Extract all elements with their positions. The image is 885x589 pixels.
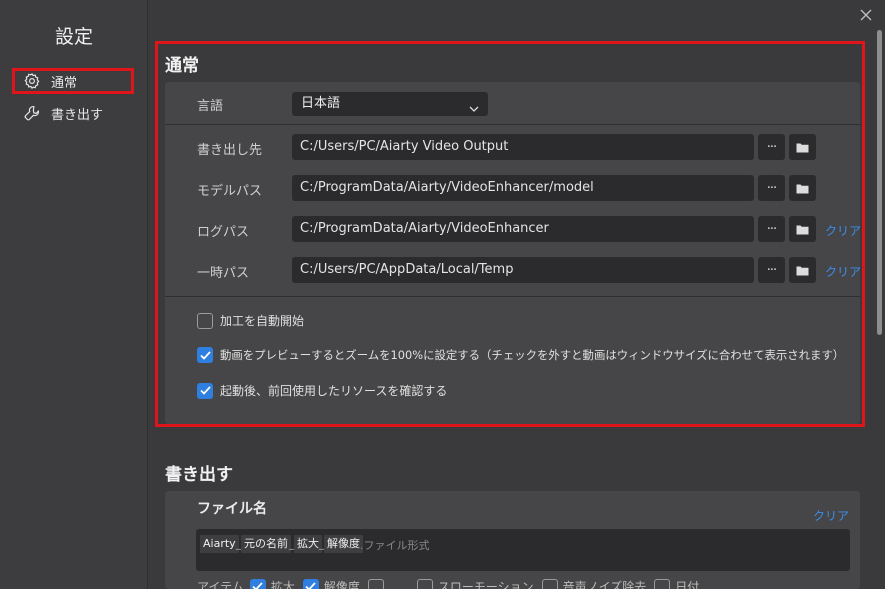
filename-token[interactable]: 解像度 [324, 535, 363, 553]
item-label: 拡大 [270, 580, 295, 589]
item-checkbox[interactable] [302, 578, 319, 589]
sidebar: 設定 通常 書き出す [0, 0, 148, 589]
item-label: スローモーション [437, 580, 534, 589]
filename-items-row: アイテム 拡大 解像度 スローモーション 音声ノイズ除去 日付 [197, 578, 707, 589]
filename-field[interactable]: Aiarty _ 元の名前 _ 拡大 _ 解像度 .ファイル形式 [196, 529, 850, 571]
filename-label: ファイル名 [197, 501, 267, 517]
item-checkbox[interactable] [249, 578, 266, 589]
sidebar-item-export[interactable]: 書き出す [12, 100, 134, 126]
sidebar-item-label: 通常 [51, 75, 78, 91]
item-label: 日付 [675, 580, 700, 589]
item-checkbox[interactable] [541, 578, 558, 589]
wrench-icon [22, 103, 42, 123]
filename-token[interactable]: 拡大 [294, 535, 322, 553]
file-format-placeholder: .ファイル形式 [360, 539, 430, 552]
close-icon[interactable] [858, 7, 874, 23]
sidebar-title: 設定 [54, 26, 93, 48]
item-label: 音声ノイズ除去 [562, 580, 647, 589]
general-highlight-frame [155, 41, 865, 427]
sidebar-item-label: 書き出す [51, 107, 104, 123]
clear-filename-link[interactable]: クリア [813, 507, 849, 524]
item-audio-denoise[interactable]: 音声ノイズ除去 [541, 578, 647, 589]
gear-icon [22, 71, 42, 91]
item-unlabeled[interactable] [367, 578, 389, 589]
item-slow-motion[interactable]: スローモーション [416, 578, 534, 589]
item-checkbox[interactable] [416, 578, 433, 589]
item-resolution[interactable]: 解像度 [302, 578, 360, 589]
item-upscale[interactable]: 拡大 [249, 578, 295, 589]
scrollbar[interactable] [877, 30, 882, 335]
item-label: 解像度 [323, 580, 360, 589]
sidebar-item-general[interactable]: 通常 [12, 68, 134, 94]
item-date[interactable]: 日付 [654, 578, 699, 589]
items-label: アイテム [197, 580, 244, 589]
filename-token[interactable]: 元の名前 [241, 535, 291, 553]
export-section-title: 書き出す [165, 465, 233, 485]
item-checkbox[interactable] [367, 578, 384, 589]
item-checkbox[interactable] [654, 578, 671, 589]
filename-token[interactable]: Aiarty [200, 535, 239, 553]
